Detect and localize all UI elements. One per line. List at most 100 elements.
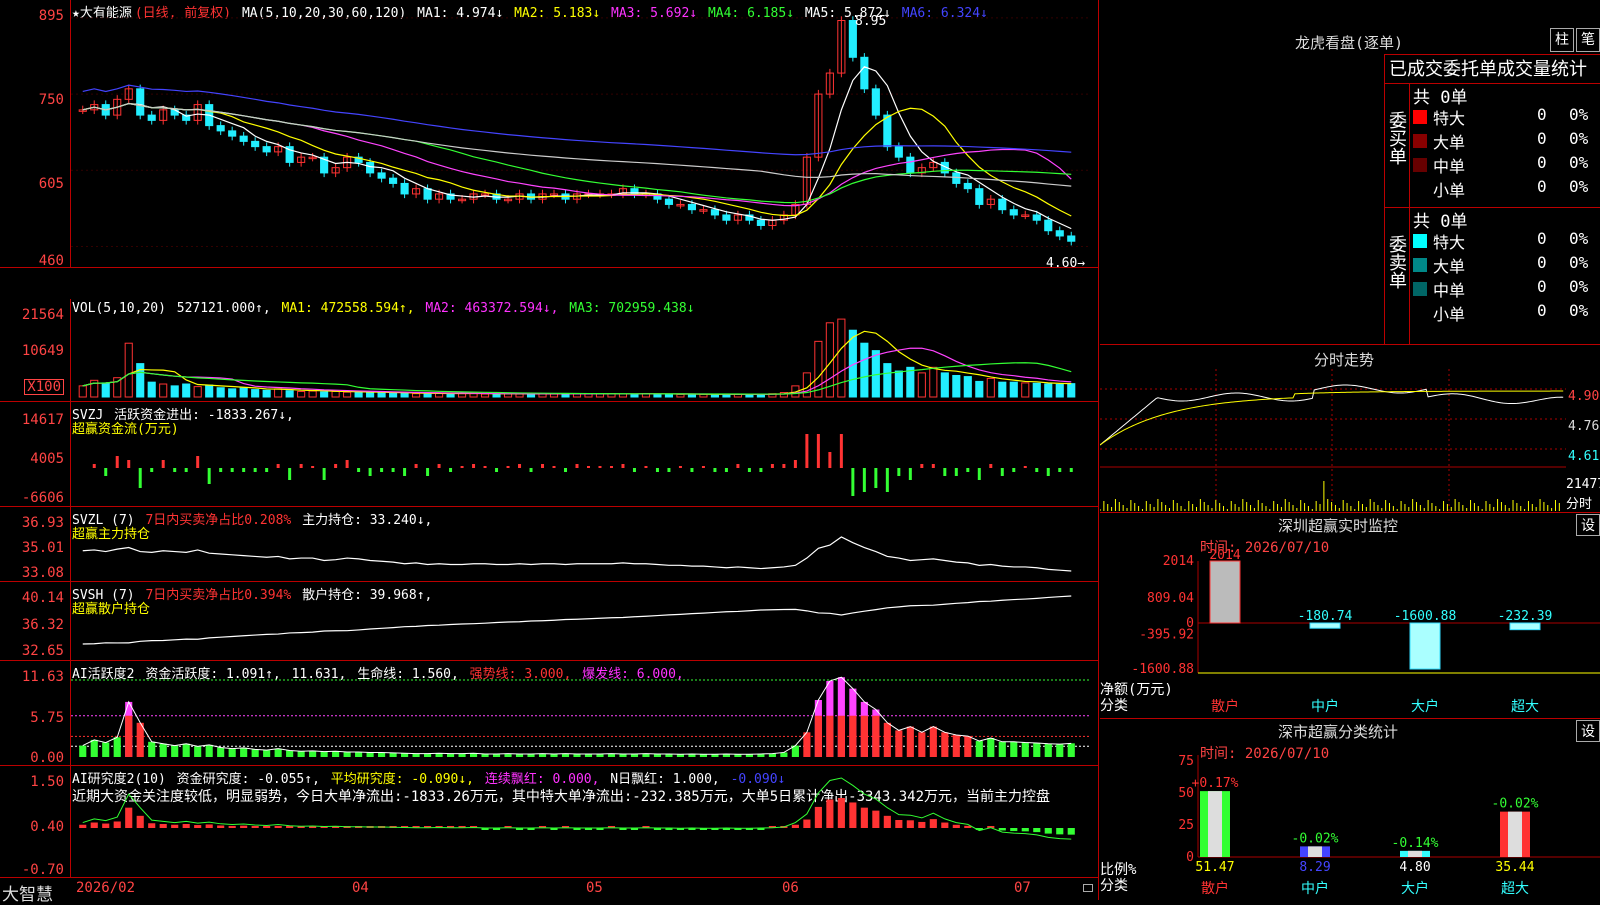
- dragon-cell-v: 0: [1537, 153, 1547, 172]
- flow-bar: [127, 460, 131, 468]
- volume-bar: [1044, 383, 1053, 398]
- ai-activity-pane[interactable]: 11.63 5.75 0.00 AI活跃度2 资金活跃度: 1.091↑, 11…: [0, 661, 1098, 766]
- flow-bar: [276, 464, 280, 468]
- research-bar: [906, 820, 914, 828]
- activity-bar: [309, 750, 317, 757]
- svsh-pane[interactable]: 40.14 36.32 32.65 SVSH (7) 7日内买卖净占比0.394…: [0, 582, 1098, 661]
- flow-bar: [621, 464, 625, 468]
- buy-side-label: 委买单: [1386, 111, 1407, 165]
- classify-value-label: 35.44: [1495, 860, 1534, 875]
- classify-bar-highlight: [1208, 791, 1222, 857]
- candlestick-chart[interactable]: [71, 0, 1097, 267]
- dragon-cell-v: 0: [1537, 105, 1547, 124]
- flow-bar: [150, 468, 154, 472]
- research-bar: [883, 815, 891, 828]
- svzj-pane[interactable]: 14617 4005 -6606 SVZJ 活跃资金进出: -1833.267↓…: [0, 402, 1098, 507]
- monitor-bar-chart[interactable]: 2014809.040-395.92-1600.882014散户-180.74中…: [1100, 513, 1600, 718]
- category-swatch: [1413, 282, 1427, 296]
- flow-bar: [564, 468, 568, 472]
- research-bar: [182, 824, 190, 828]
- activity-bar: [148, 741, 156, 757]
- flow-bar: [380, 468, 384, 472]
- flow-bar: [655, 468, 659, 472]
- monitor-panel[interactable]: 深圳超赢实时监控 设 时间: 2026/07/10 净额(万元) 分类 2014…: [1100, 512, 1600, 718]
- ai-research-pane[interactable]: 1.50 0.40 -0.70 AI研究度2(10) 资金研究度: -0.055…: [0, 766, 1098, 877]
- activity-bar: [447, 753, 455, 757]
- flow-bar: [334, 464, 338, 468]
- svzj-axis: 14617 4005 -6606: [0, 402, 71, 506]
- tick-view-button[interactable]: 笔: [1576, 28, 1600, 52]
- flow-bar: [368, 468, 372, 476]
- volume-bar: [1055, 383, 1064, 398]
- activity-bar: [263, 750, 271, 757]
- volume-bar: [1032, 382, 1041, 398]
- svzl-tick: 36.93: [21, 515, 64, 531]
- ai-activity-chart[interactable]: [71, 661, 1097, 765]
- research-bar: [217, 825, 225, 828]
- research-bar: [148, 823, 156, 828]
- svzj-chart[interactable]: [71, 402, 1097, 506]
- research-bar: [814, 806, 822, 828]
- flow-bar: [299, 464, 303, 468]
- flow-bar: [1035, 468, 1039, 472]
- date-label: 06: [782, 880, 799, 896]
- candle-body: [883, 114, 892, 148]
- classify-panel[interactable]: 深市超赢分类统计 设 时间: 2026/07/10 比例% 分类 75 50 25 0…: [1100, 718, 1600, 901]
- ai1-tick: 0.00: [30, 750, 64, 766]
- candle-body: [975, 188, 984, 205]
- activity-bar: [113, 737, 121, 757]
- classify-category: 散户: [1201, 880, 1229, 897]
- date-label: 04: [352, 880, 369, 896]
- volume-bar: [676, 393, 685, 398]
- volume-bar: [446, 393, 455, 398]
- research-bar: [849, 802, 857, 828]
- monitor-bar: [1209, 560, 1241, 624]
- sell-side-label: 委卖单: [1386, 235, 1407, 289]
- activity-bar: [883, 722, 891, 757]
- volume-bar: [101, 382, 110, 398]
- flow-bar: [322, 468, 326, 480]
- dragon-cell-name: 中单: [1433, 281, 1466, 300]
- volume-chart[interactable]: [71, 299, 1097, 401]
- volume-bar: [423, 393, 432, 398]
- svzl-chart[interactable]: [71, 507, 1097, 581]
- activity-bar-base: [125, 715, 133, 757]
- svzl-pane[interactable]: 36.93 35.01 33.08 SVZL (7) 7日内买卖净占比0.208…: [0, 507, 1098, 582]
- volume-bar: [297, 390, 306, 398]
- activity-bar-base: [814, 715, 822, 757]
- volume-bar: [216, 387, 225, 398]
- flow-bar: [667, 468, 671, 472]
- candle-body: [722, 214, 731, 221]
- volume-bar: [354, 391, 363, 398]
- research-bar: [837, 798, 845, 828]
- svsh-chart[interactable]: [71, 582, 1097, 660]
- flow-bar: [242, 468, 246, 472]
- research-bar: [90, 822, 98, 828]
- activity-bar: [240, 747, 248, 757]
- volume-pane[interactable]: 21564 10649 X100 VOL(5,10,20) 527121.000…: [0, 299, 1098, 402]
- ma6-line: [82, 84, 1072, 156]
- flow-bar: [897, 468, 901, 476]
- classify-bar-chart[interactable]: 7550250+0.17%51.47散户-0.02%8.29中户-0.14%4.…: [1100, 719, 1600, 901]
- main-price-pane[interactable]: 895 750 605 460 ★大有能源 (日线, 前复权) MA(5,10,2…: [0, 0, 1098, 271]
- research-bar: [860, 807, 868, 828]
- activity-bar: [90, 739, 98, 757]
- bar-view-button[interactable]: 柱: [1550, 28, 1574, 52]
- dragon-cell-v: 0: [1537, 301, 1547, 320]
- ai1-axis: 11.63 5.75 0.00: [0, 661, 71, 765]
- candle-body: [664, 198, 674, 205]
- volume-bar: [940, 372, 949, 398]
- intraday-chart[interactable]: [1100, 369, 1566, 511]
- ai-research-chart[interactable]: [71, 766, 1097, 877]
- flow-bar: [908, 468, 912, 480]
- date-axis: 大智慧 2026/02 04 05 06 07: [0, 877, 1098, 905]
- candle-body: [423, 188, 432, 200]
- activity-bar: [171, 745, 179, 757]
- monitor-category: 中户: [1311, 698, 1339, 715]
- flow-bar: [920, 464, 924, 468]
- monitor-tick: 809.04: [1147, 591, 1194, 606]
- intraday-panel[interactable]: 分时走势 4.905 4.760 4.615 21477 分时: [1100, 344, 1600, 513]
- ai2-axis: 1.50 0.40 -0.70: [0, 766, 71, 877]
- monitor-bar-label: -180.74: [1298, 609, 1353, 624]
- price-tick: 750: [38, 92, 64, 108]
